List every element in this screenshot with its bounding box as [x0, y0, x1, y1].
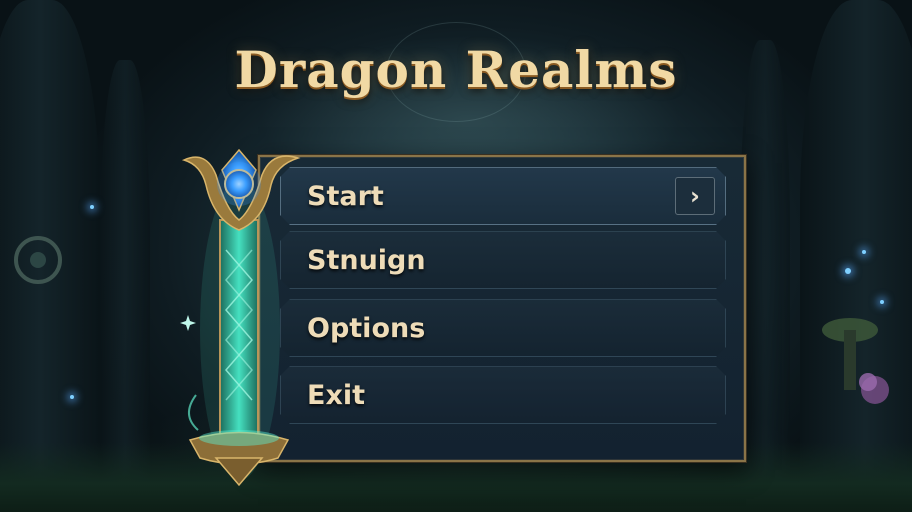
- game-title: Dragon Realms: [234, 40, 678, 99]
- firefly: [862, 250, 866, 254]
- menu-item-exit[interactable]: Exit: [280, 366, 726, 424]
- menu-item-label: Stnuign: [307, 244, 426, 276]
- lantern-decoration: [14, 236, 62, 284]
- chevron-right-icon[interactable]: ›: [675, 177, 715, 215]
- firefly: [90, 205, 94, 209]
- menu-item-label: Exit: [307, 379, 366, 411]
- menu-item-options[interactable]: Options: [280, 299, 726, 357]
- menu-item-stnuign[interactable]: Stnuign: [280, 231, 726, 289]
- main-menu-panel: Start › Stnuign Options Exit: [258, 155, 746, 462]
- firefly: [845, 268, 851, 274]
- tree-trunk-left-back: [100, 60, 150, 512]
- mushroom-decoration: [822, 318, 889, 404]
- magic-staff-icon: [180, 148, 301, 487]
- firefly: [70, 395, 74, 399]
- menu-item-label: Options: [307, 312, 426, 344]
- tree-trunk-right-back: [740, 40, 790, 512]
- firefly: [880, 300, 884, 304]
- menu-item-start[interactable]: Start ›: [280, 167, 726, 225]
- menu-item-label: Start: [307, 180, 384, 212]
